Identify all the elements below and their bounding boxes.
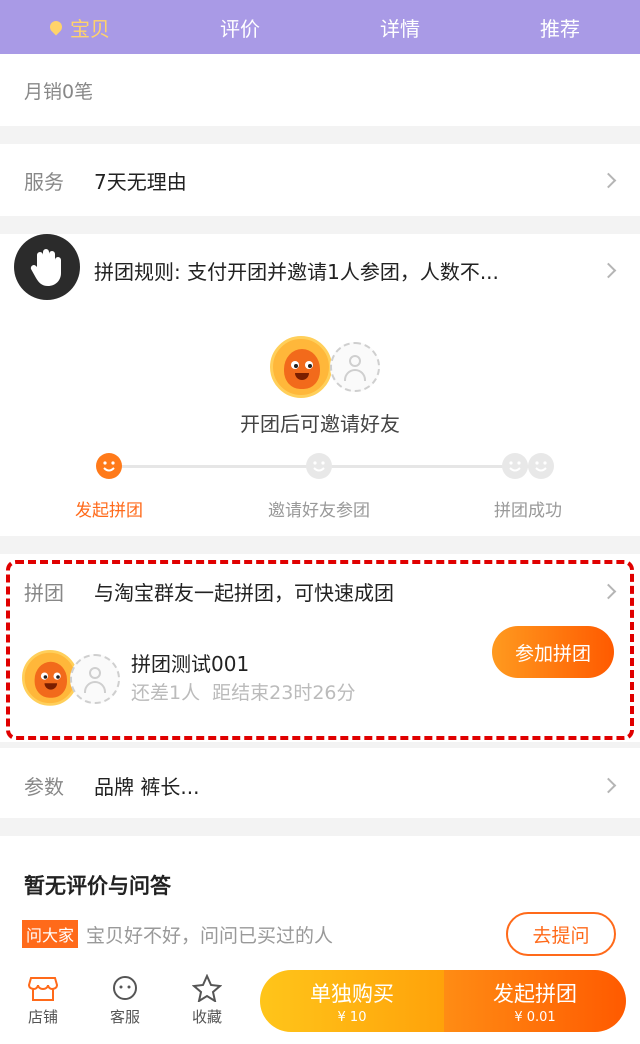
- favorite-label: 收藏: [191, 1008, 222, 1026]
- qa-text: 宝贝好不好，问问已买过的人: [86, 924, 334, 947]
- ask-everyone-badge: 问大家: [22, 920, 79, 948]
- tab-details[interactable]: 详情: [320, 0, 480, 54]
- tab-reviews[interactable]: 评价: [160, 0, 320, 54]
- shop-label: 店铺: [27, 1008, 58, 1026]
- smile-icon: [306, 453, 332, 479]
- params-value: 品牌 裤长...: [94, 774, 200, 799]
- start-group-button[interactable]: 发起拼团 ¥ 0.01: [444, 970, 626, 1032]
- params-row[interactable]: 参数 品牌 裤长...: [0, 752, 640, 818]
- chat-icon: [113, 976, 137, 1000]
- step-label: 邀请好友参团: [268, 501, 370, 521]
- tab-recommend[interactable]: 推荐: [480, 0, 640, 54]
- invite-hint: 开团后可邀请好友: [240, 412, 400, 436]
- service-row[interactable]: 服务 7天无理由: [0, 144, 640, 216]
- tab-label: 评价: [220, 16, 260, 41]
- hand-icon[interactable]: [14, 234, 80, 300]
- shop-icon: [27, 977, 59, 1001]
- service-label: 服务: [24, 169, 64, 194]
- params-label: 参数: [24, 774, 64, 799]
- empty-avatar-icon: [330, 342, 380, 392]
- start-group-price: ¥ 0.01: [514, 1009, 556, 1025]
- smile-icon: [528, 453, 554, 479]
- buy-alone-price: ¥ 10: [337, 1009, 367, 1025]
- service-value: 7天无理由: [94, 169, 187, 194]
- tab-baobei[interactable]: 宝贝: [0, 0, 160, 54]
- smile-icon: [502, 453, 528, 479]
- divider: [0, 818, 640, 836]
- smile-icon: [96, 453, 122, 479]
- group-rule-text: 拼团规则: 支付开团并邀请1人参团，人数不...: [94, 259, 499, 284]
- buy-alone-button[interactable]: 单独购买 ¥ 10: [260, 970, 444, 1032]
- chevron-right-icon: [600, 172, 617, 188]
- top-tab-bar: 宝贝 评价 详情 推荐: [0, 0, 640, 54]
- monthly-sales: 月销0笔: [24, 80, 94, 103]
- ask-question-button[interactable]: 去提问: [506, 912, 616, 956]
- star-icon: [191, 973, 223, 1004]
- tab-label: 宝贝: [70, 16, 110, 41]
- location-pin-icon: [47, 18, 65, 36]
- start-group-label: 发起拼团: [493, 981, 577, 1006]
- chevron-right-icon: [600, 777, 617, 793]
- group-rule-row[interactable]: 拼团规则: 支付开团并邀请1人参团，人数不...: [0, 234, 640, 306]
- qa-title: 暂无评价与问答: [24, 874, 171, 898]
- service-label: 客服: [109, 1008, 140, 1026]
- shop-button[interactable]: 店铺: [8, 974, 78, 1027]
- divider: [0, 126, 640, 144]
- buy-alone-label: 单独购买: [310, 981, 394, 1006]
- divider: [0, 742, 640, 748]
- favorite-button[interactable]: 收藏: [172, 973, 242, 1027]
- tab-label: 推荐: [540, 16, 580, 41]
- chevron-right-icon: [600, 262, 617, 278]
- divider: [0, 536, 640, 554]
- step-label: 发起拼团: [75, 501, 143, 521]
- divider: [0, 216, 640, 234]
- monthly-sales-row: 月销0笔: [0, 54, 640, 126]
- user-avatar: [270, 336, 332, 398]
- step-label: 拼团成功: [494, 501, 562, 521]
- customer-service-button[interactable]: 客服: [90, 974, 160, 1027]
- highlight-box: [6, 560, 634, 740]
- tab-label: 详情: [380, 16, 420, 41]
